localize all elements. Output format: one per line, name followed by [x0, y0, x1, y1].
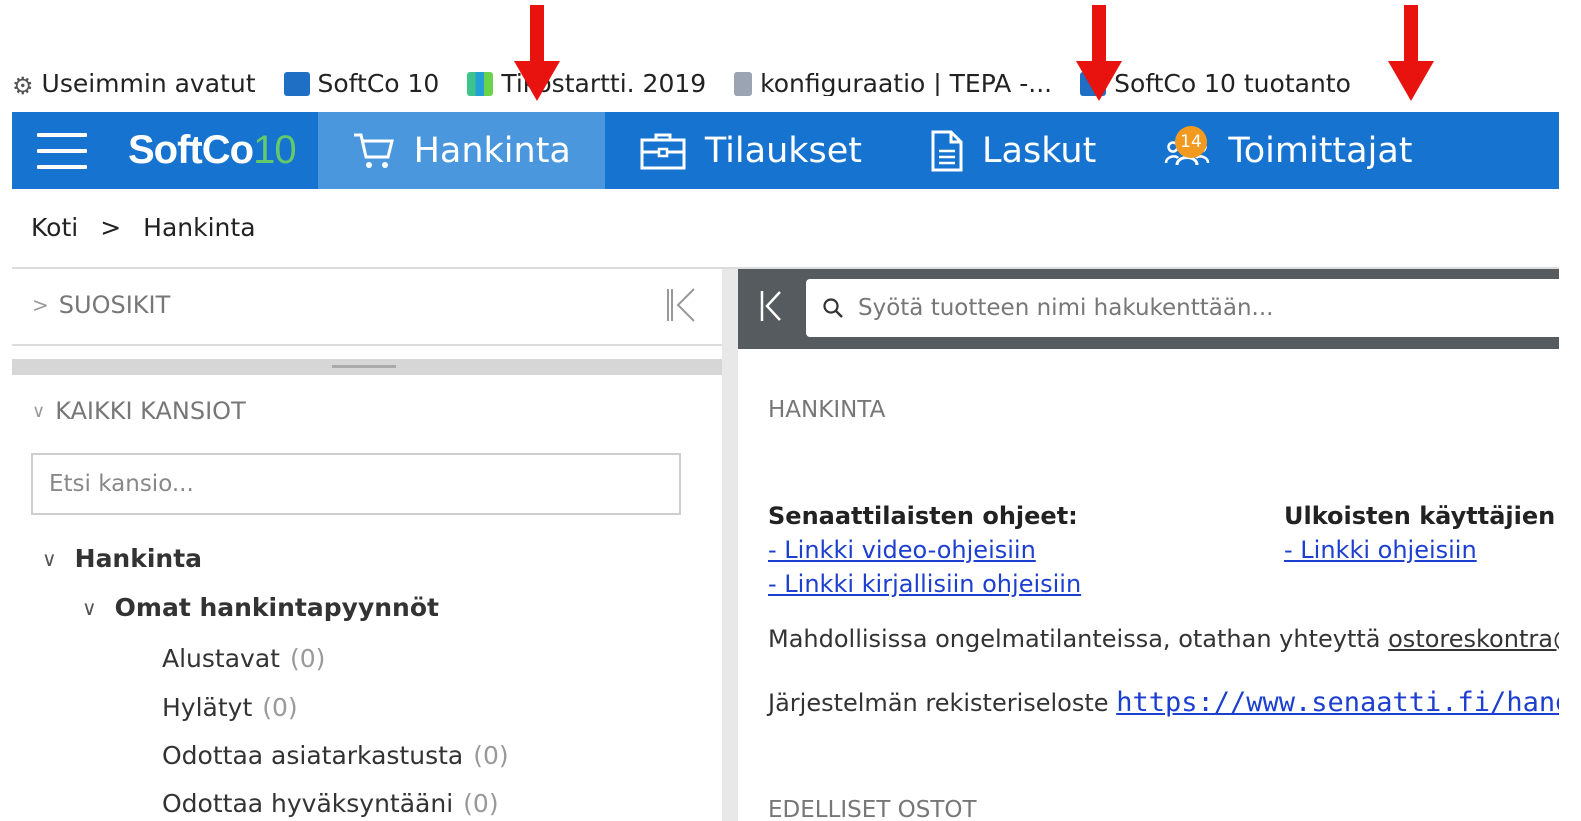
resize-handle[interactable] — [12, 359, 722, 375]
section-title: HANKINTA — [768, 397, 886, 423]
breadcrumb: Koti > Hankinta — [31, 213, 256, 242]
product-search-box — [806, 279, 1559, 337]
tree-item-hylatyt[interactable]: Hylätyt (0) — [162, 693, 298, 722]
hamburger-menu-icon[interactable] — [12, 112, 112, 189]
favorites-toggle[interactable]: > SUOSIKIT — [32, 291, 170, 319]
document-favicon-icon — [734, 72, 753, 96]
tree-item-hankinta[interactable]: ∨ Hankinta — [42, 544, 202, 573]
privacy-policy-link[interactable]: https://www.senaatti.fi/handi-ja-softco — [1116, 687, 1559, 718]
red-arrow-icon — [1388, 5, 1434, 101]
written-guides-link[interactable]: - Linkki kirjallisiin ohjeisiin — [768, 567, 1081, 601]
help-paragraph: Mahdollisissa ongelmatilanteissa, otatha… — [768, 625, 1559, 653]
bookmark-most-visited[interactable]: ⚙ Useimmin avatut — [12, 72, 256, 96]
external-instructions: Ulkoisten käyttäjien ohjeet: - Linkki oh… — [1284, 499, 1559, 567]
product-search-toolbar — [738, 269, 1559, 349]
tree-item-alustavat[interactable]: Alustavat (0) — [162, 644, 325, 673]
main-content: HANKINTA Senaattilaisten ohjeet: - Linkk… — [738, 349, 1559, 821]
softco-logo[interactable]: SoftCo 10 — [112, 112, 318, 189]
breadcrumb-separator: > — [100, 213, 122, 242]
external-instructions-heading: Ulkoisten käyttäjien ohjeet: — [1284, 502, 1559, 530]
chevron-down-icon: ∨ — [42, 546, 57, 571]
folder-panel: > SUOSIKIT ∨ KAIKKI KANSIOT ∨ Hankinta ∨… — [12, 269, 722, 821]
red-arrow-icon — [514, 5, 560, 101]
gear-icon: ⚙ — [12, 72, 34, 96]
top-navigation: SoftCo 10 Hankinta Tilaukset Laskut Toimi… — [12, 112, 1559, 189]
tree-item-odottaa-asiatarkastusta[interactable]: Odottaa asiatarkastusta (0) — [162, 741, 509, 770]
bookmark-tikostartti[interactable]: Tikostartti. 2019 — [467, 72, 706, 96]
chevron-down-icon: ∨ — [82, 595, 97, 620]
tree-item-odottaa-hyvaksyntaani[interactable]: Odottaa hyväksyntääni (0) — [162, 789, 499, 818]
product-search-input[interactable] — [856, 294, 1540, 322]
document-icon — [930, 129, 964, 173]
support-email-link[interactable]: ostoreskontra@senaatti.fi — [1388, 625, 1559, 653]
expand-panel-icon[interactable] — [758, 289, 784, 331]
chevron-down-icon: ∨ — [32, 400, 46, 422]
nav-hankinta[interactable]: Hankinta — [317, 112, 605, 189]
all-folders-toggle[interactable]: ∨ KAIKKI KANSIOT — [32, 397, 246, 425]
tiko-favicon-icon — [467, 72, 494, 96]
internal-instructions-heading: Senaattilaisten ohjeet: — [768, 502, 1078, 530]
external-guides-link[interactable]: - Linkki ohjeisiin — [1284, 533, 1559, 567]
nav-laskut[interactable]: Laskut — [896, 112, 1130, 189]
panel-splitter[interactable] — [722, 269, 738, 821]
nav-tilaukset[interactable]: Tilaukset — [605, 112, 896, 189]
divider — [12, 344, 722, 346]
breadcrumb-home[interactable]: Koti — [31, 213, 78, 242]
internal-instructions: Senaattilaisten ohjeet: - Linkki video-o… — [768, 499, 1081, 601]
tree-item-omat-hankintapyynnot[interactable]: ∨ Omat hankintapyynnöt — [82, 593, 439, 622]
video-guides-link[interactable]: - Linkki video-ohjeisiin — [768, 533, 1081, 567]
collapse-panel-icon[interactable] — [662, 287, 698, 331]
invoice-count-badge: 14 — [1175, 126, 1207, 158]
search-icon — [822, 297, 844, 319]
red-arrow-icon — [1076, 5, 1122, 101]
privacy-paragraph: Järjestelmän rekisteriseloste https://ww… — [768, 687, 1559, 718]
briefcase-icon — [639, 131, 687, 171]
chevron-right-icon: > — [32, 293, 49, 317]
folder-search-input[interactable] — [31, 453, 681, 515]
cart-icon — [352, 131, 396, 171]
previous-purchases-title: EDELLISET OSTOT — [768, 797, 977, 821]
breadcrumb-current: Hankinta — [143, 213, 256, 242]
bookmarks-bar: ⚙ Useimmin avatut SoftCo 10 Tikostartti.… — [12, 72, 1559, 96]
bookmark-konfiguraatio[interactable]: konfiguraatio | TEPA -... — [734, 72, 1052, 96]
bookmark-softco[interactable]: SoftCo 10 — [283, 72, 439, 96]
softco-favicon-icon — [283, 72, 310, 96]
